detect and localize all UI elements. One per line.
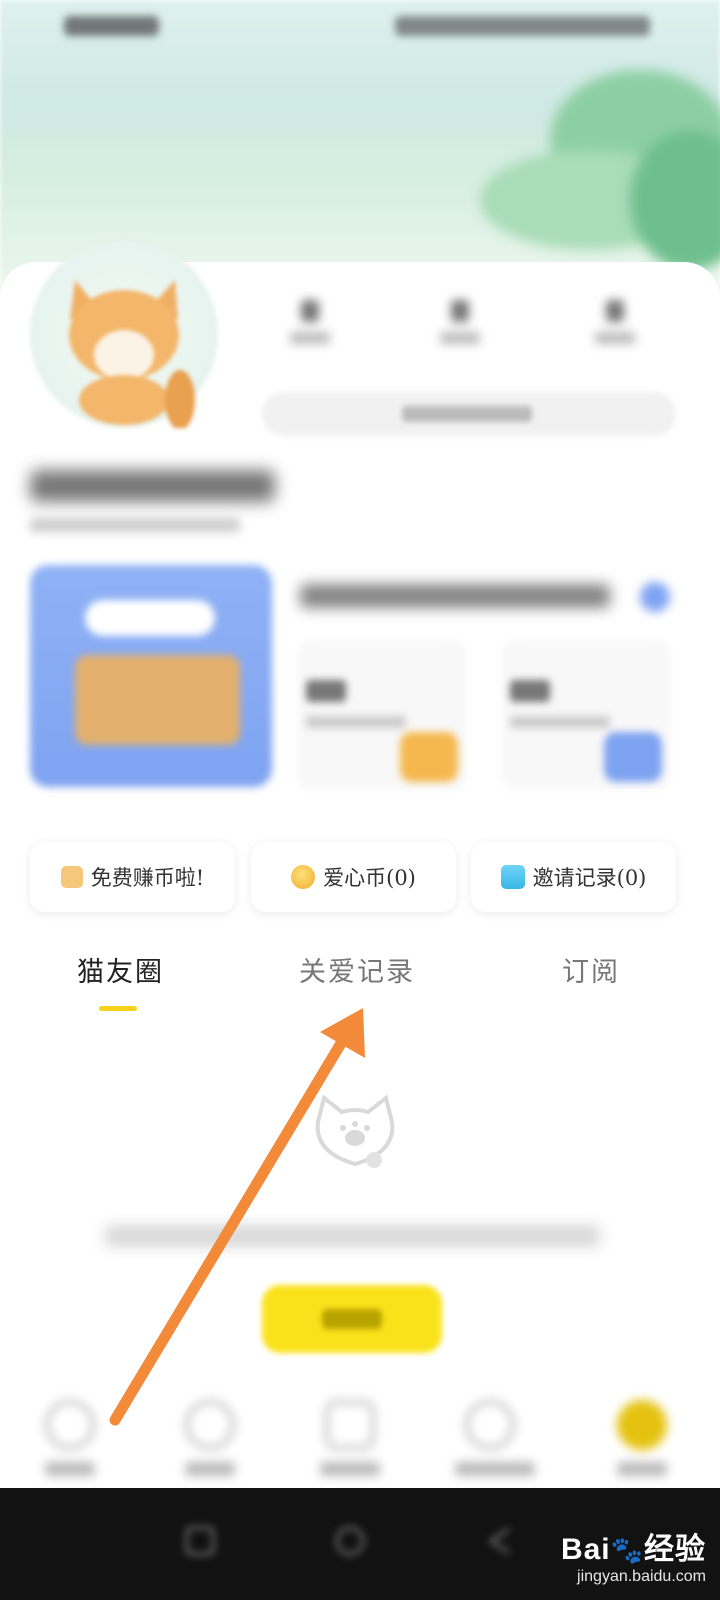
promo-banner[interactable] (30, 565, 272, 787)
nav-discover-icon[interactable] (185, 1400, 235, 1450)
publish-button[interactable] (262, 1285, 442, 1353)
status-bar (0, 8, 720, 44)
status-time (64, 16, 159, 36)
earn-coins-button[interactable]: 免费赚币啦! (30, 842, 235, 912)
nav-profile-icon[interactable] (617, 1400, 667, 1450)
stat-item[interactable] (280, 300, 340, 344)
bottom-navigation (0, 1380, 720, 1488)
empty-state-text (105, 1225, 600, 1247)
system-navigation-bar: Bai🐾经验 jingyan.baidu.com (0, 1488, 720, 1600)
promo-mini-card[interactable] (298, 640, 466, 790)
gift-icon (60, 866, 83, 888)
empty-cat-icon (315, 1094, 395, 1168)
tree-illustration (480, 70, 720, 270)
nav-label (45, 1462, 95, 1476)
tab-subscribe[interactable]: 订阅 (562, 950, 620, 989)
stat-item[interactable] (430, 300, 490, 344)
avatar[interactable] (30, 240, 218, 430)
coin-icon (291, 865, 316, 889)
nav-label (455, 1462, 535, 1476)
cat-avatar-icon (69, 280, 195, 430)
edit-profile-button[interactable] (262, 392, 676, 436)
invite-record-button[interactable]: 邀请记录(0) (471, 842, 676, 912)
user-subtitle (30, 518, 240, 532)
promo-badge[interactable] (640, 582, 670, 612)
nav-store-icon[interactable] (465, 1400, 515, 1450)
recent-apps-icon[interactable] (183, 1524, 217, 1558)
love-coin-label: 爱心币(0) (323, 866, 416, 890)
baidu-watermark: Bai🐾经验 jingyan.baidu.com (560, 1533, 706, 1585)
home-key-icon[interactable] (333, 1524, 367, 1558)
promo-mini-card[interactable] (502, 640, 670, 790)
nav-center-icon[interactable] (325, 1400, 375, 1450)
watermark-url: jingyan.baidu.com (577, 1568, 706, 1585)
earn-coins-label: 免费赚币啦! (90, 866, 205, 890)
box-icon (500, 865, 525, 889)
back-key-icon[interactable] (483, 1524, 517, 1558)
nav-home-icon[interactable] (45, 1400, 95, 1450)
love-coin-button[interactable]: 爱心币(0) (251, 842, 456, 912)
username (30, 470, 275, 502)
tab-cat-friends[interactable]: 猫友圈 (77, 950, 164, 989)
watermark-brand-cn: 经验 (644, 1533, 706, 1566)
invite-record-label: 邀请记录(0) (532, 866, 647, 890)
nav-label (185, 1462, 235, 1476)
nav-label (617, 1462, 667, 1476)
promo-title (300, 584, 610, 608)
tab-indicator (99, 1006, 137, 1011)
status-icons (395, 16, 650, 36)
watermark-brand: Bai (560, 1533, 611, 1566)
profile-stats (250, 300, 680, 370)
stat-item[interactable] (585, 300, 645, 344)
nav-label (320, 1462, 380, 1476)
tab-care-records[interactable]: 关爱记录 (299, 950, 415, 989)
